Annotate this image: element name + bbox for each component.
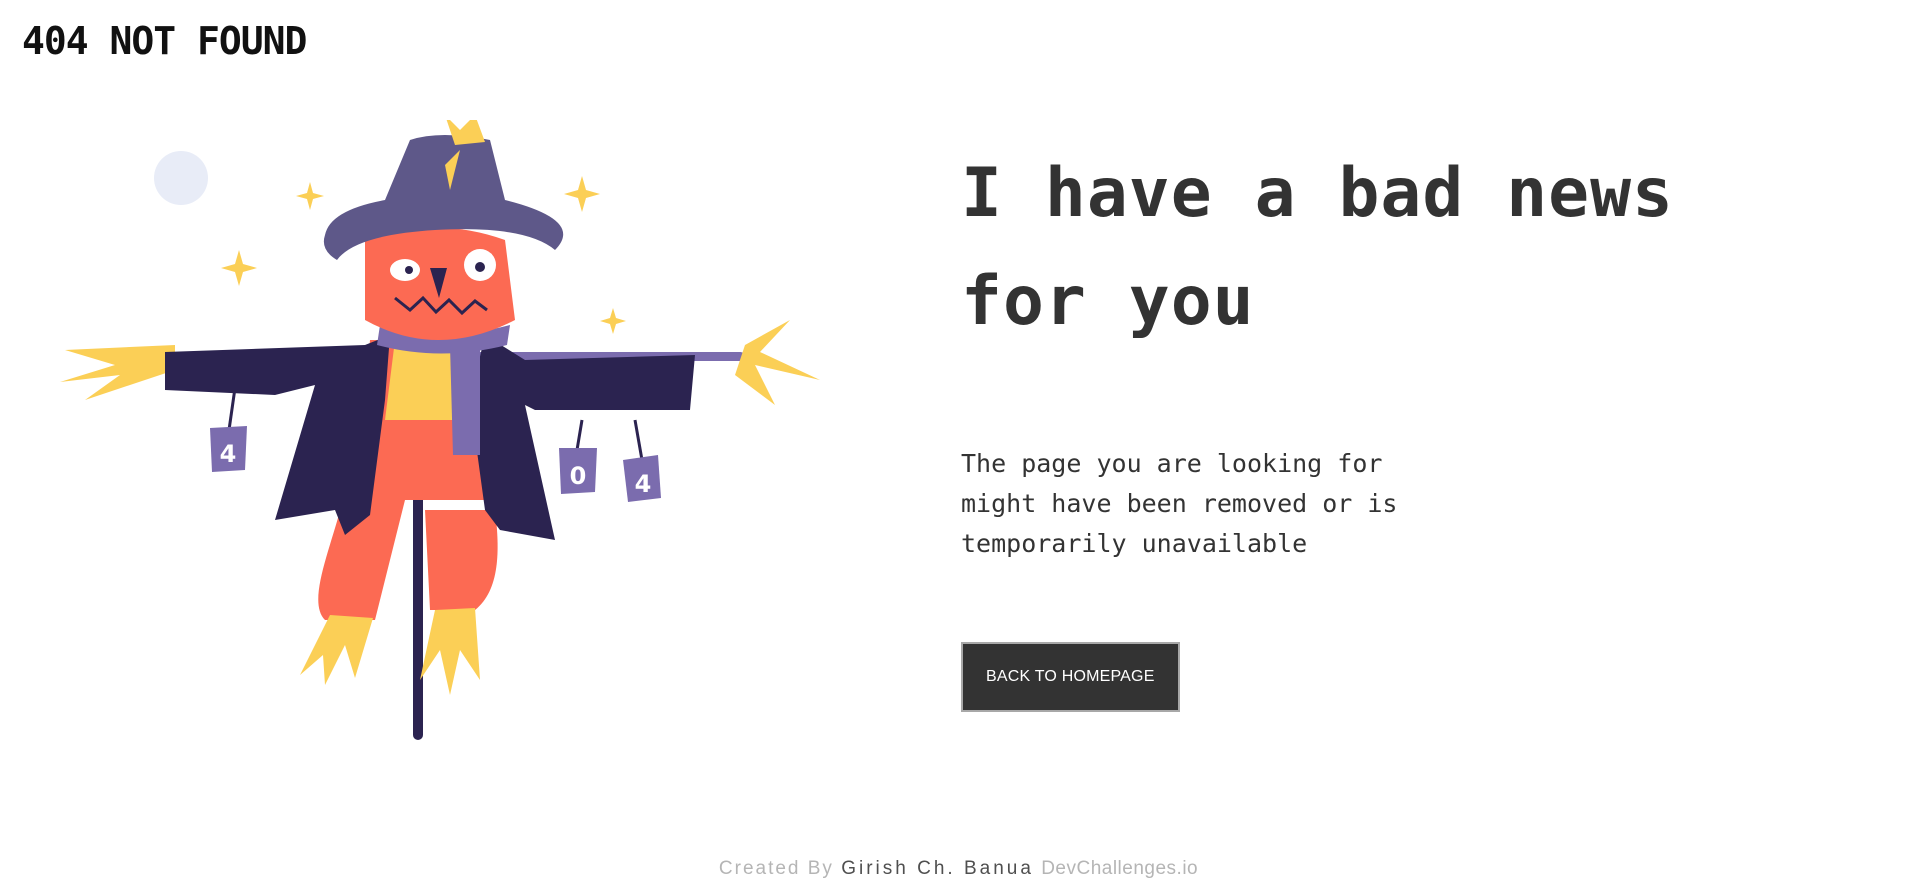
back-to-homepage-button[interactable]: BACK TO HOMEPAGE	[961, 642, 1180, 712]
message-line-3: temporarily unavailable	[961, 529, 1308, 558]
footer-site-link[interactable]: DevChallenges.io	[1041, 858, 1198, 879]
footer-prefix: Created By	[718, 858, 834, 879]
svg-text:4: 4	[635, 470, 652, 498]
page: 404 NOT FOUND 4 0 4 I have a bad news fo…	[0, 0, 1917, 882]
svg-text:4: 4	[220, 440, 237, 468]
brand-title[interactable]: 404 NOT FOUND	[22, 22, 307, 60]
footer: Created By Girish Ch. Banua DevChallenge…	[0, 858, 1917, 880]
headline-line-2: for you	[961, 262, 1255, 341]
error-content: I have a bad news for you The page you a…	[961, 140, 1861, 712]
error-message: The page you are looking for might have …	[961, 444, 1441, 564]
svg-text:0: 0	[570, 462, 587, 490]
moon-icon	[154, 151, 208, 205]
message-line-1: The page you are looking for	[961, 449, 1383, 478]
pole	[413, 485, 423, 740]
headline-line-1: I have a bad news	[961, 154, 1674, 233]
headline: I have a bad news for you	[961, 140, 1861, 356]
message-line-2: might have been removed or is	[961, 489, 1398, 518]
legs	[300, 490, 498, 695]
scarecrow-illustration: 4 0 4	[60, 120, 820, 740]
footer-author-link[interactable]: Girish Ch. Banua	[841, 858, 1034, 879]
